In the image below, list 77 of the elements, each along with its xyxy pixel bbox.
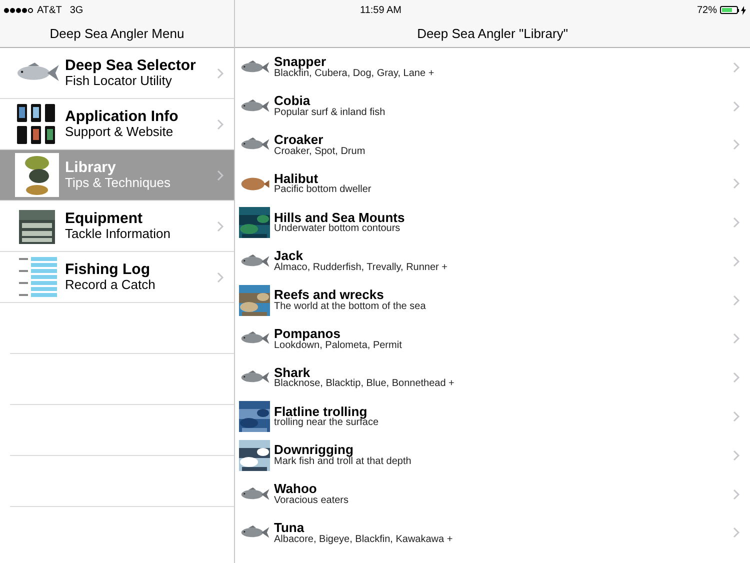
library-row[interactable]: Pompanos Lookdown, Palometa, Permit (235, 320, 750, 358)
item-subtitle: Albacore, Bigeye, Blackfin, Kawakawa + (274, 534, 454, 546)
library-row[interactable]: Snapper Blackfin, Cubera, Dog, Gray, Lane + (235, 48, 750, 87)
item-title: Tuna (274, 520, 304, 535)
battery-percent: 72% (696, 4, 717, 18)
library-row[interactable]: Downrigging Mark fish and troll at that depth (235, 436, 750, 475)
library-title: Deep Sea Angler "Library" (417, 24, 568, 43)
menu-title-text: Fishing Log (65, 262, 151, 278)
library-row[interactable]: Hills and Sea Mounts Underwater bottom contours (235, 203, 750, 242)
library-row[interactable]: Tuna Albacore, Bigeye, Blackfin, Kawakawa + (235, 514, 750, 552)
chevron-icon (733, 488, 740, 500)
item-title: Cobia (274, 94, 312, 108)
menu-title-text: Deep Sea Selector (65, 58, 197, 74)
library-row[interactable]: Flatline trolling trolling near the surface (235, 397, 750, 436)
item-title: Halibut (274, 172, 318, 186)
item-title: Hills and Sea Mounts (274, 210, 406, 224)
chevron-icon (733, 100, 740, 112)
library-row[interactable]: Halibut Pacific bottom dweller (235, 164, 750, 204)
network-label: 3G (70, 4, 84, 18)
chevron-icon (733, 62, 740, 73)
item-title: Jack (274, 249, 303, 263)
chevron-icon (217, 68, 224, 78)
library-row[interactable]: Wahoo Voracious eaters (235, 474, 750, 514)
chevron-icon (733, 256, 740, 267)
item-title: Croaker (274, 132, 324, 147)
menu-subtitle: Tips & Techniques (65, 176, 172, 190)
item-subtitle: Blackfin, Cubera, Dog, Gray, Lane + (274, 68, 436, 80)
menu-title: Deep Sea Angler Menu (50, 24, 184, 43)
item-subtitle: trolling near the surface (274, 418, 380, 429)
item-title: Flatline trolling (274, 404, 368, 418)
fish-collage-drawing (15, 153, 59, 197)
menu-subtitle: Tackle Information (65, 227, 172, 242)
item-subtitle: Underwater bottom contours (274, 224, 402, 235)
signal-icon (4, 8, 33, 12)
item-title: Pompanos (274, 326, 340, 341)
item-subtitle: The world at the bottom of the sea (274, 302, 427, 312)
item-subtitle: Pacific bottom dweller (274, 185, 372, 196)
item-subtitle: Blacknose, Blacktip, Blue, Bonnethead + (274, 379, 456, 390)
chevron-icon (733, 450, 740, 461)
item-title: Snapper (274, 55, 326, 69)
menu-subtitle: Record a Catch (65, 278, 156, 292)
chevron-icon (733, 178, 740, 190)
chevron-icon (733, 372, 740, 384)
menu-subtitle: Fish Locator Utility (65, 74, 173, 88)
chevron-icon (733, 217, 740, 228)
item-subtitle: Mark fish and troll at that depth (274, 456, 412, 468)
item-subtitle: Popular surf & inland fish (274, 108, 386, 118)
clock: 11:59 AM (360, 4, 402, 18)
chevron-icon (217, 170, 224, 180)
item-subtitle: Lookdown, Palometa, Permit (274, 340, 403, 352)
menu-title-text: Equipment (65, 210, 144, 228)
chevron-icon (217, 272, 224, 282)
item-title: Wahoo (274, 482, 317, 496)
menu-title-text: Application Info (65, 108, 180, 126)
carrier-label: AT&T (37, 4, 62, 18)
item-subtitle: Voracious eaters (274, 496, 350, 506)
library-row[interactable]: Cobia Popular surf & inland fish (235, 86, 750, 126)
chevron-icon (733, 333, 740, 344)
item-subtitle: Croaker, Spot, Drum (274, 146, 366, 158)
item-title: Reefs and wrecks (274, 288, 384, 302)
chevron-icon (733, 527, 740, 538)
chevron-icon (733, 139, 740, 150)
item-title: Shark (274, 366, 310, 380)
charging-icon (741, 6, 746, 14)
chevron-icon (733, 294, 740, 306)
chevron-icon (217, 118, 224, 130)
chevron-icon (217, 220, 224, 232)
menu-subtitle: Support & Website (65, 125, 174, 140)
chevron-icon (733, 411, 740, 422)
library-row[interactable]: Shark Blacknose, Blacktip, Blue, Bonnethead + (235, 358, 750, 398)
menu-title-text: Library (65, 160, 117, 176)
item-title: Downrigging (274, 443, 354, 457)
battery-icon (720, 6, 739, 14)
library-row[interactable]: Reefs and wrecks The world at the bottom of the sea (235, 280, 750, 320)
library-row[interactable]: Croaker Croaker, Spot, Drum (235, 126, 750, 164)
library-row[interactable]: Jack Almaco, Rudderfish, Trevally, Runner + (235, 242, 750, 281)
item-subtitle: Almaco, Rudderfish, Trevally, Runner + (274, 262, 449, 274)
